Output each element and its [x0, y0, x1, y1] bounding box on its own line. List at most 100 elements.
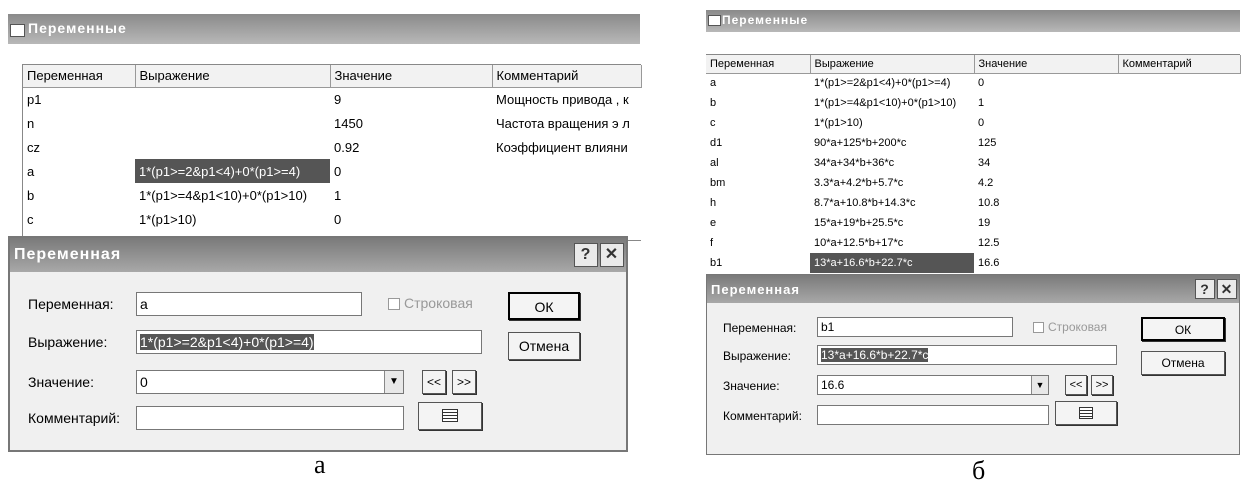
- ok-button[interactable]: ОК: [1141, 317, 1225, 341]
- cell-expression: [135, 87, 330, 111]
- cell-variable: al: [710, 157, 719, 169]
- cell-variable: h: [710, 197, 717, 209]
- cell-variable: c: [27, 211, 34, 227]
- ok-button[interactable]: ОК: [508, 292, 580, 320]
- cell-variable: b1: [710, 257, 723, 269]
- cell-expression: 13*a+16.6*b+22.7*c: [810, 253, 974, 273]
- table-row[interactable]: h 8.7*a+10.8*b+14.3*c 10.8: [706, 193, 1240, 213]
- caption-a: а: [314, 450, 326, 479]
- cell-comment: [492, 183, 641, 207]
- list-icon: [442, 409, 458, 422]
- string-checkbox[interactable]: [1033, 322, 1044, 333]
- table-row[interactable]: al 34*a+34*b+36*c 34: [706, 153, 1240, 173]
- cell-expression: 1*(p1>10): [139, 211, 197, 227]
- cell-value: 0: [978, 117, 985, 129]
- variable-dialog: Переменная ? ✕ Переменная: a Строковая О…: [8, 236, 628, 452]
- next-button[interactable]: >>: [452, 370, 476, 394]
- prev-button[interactable]: <<: [422, 370, 446, 394]
- variables-list[interactable]: Переменная Выражение Значение Комментари…: [22, 64, 642, 241]
- expression-selected-text: 13*a+16.6*b+22.7*c: [821, 348, 929, 362]
- close-button[interactable]: ✕: [600, 243, 624, 267]
- expression-input[interactable]: 1*(p1>=2&p1<4)+0*(p1>=4): [136, 330, 482, 354]
- cell-comment: [1118, 253, 1240, 273]
- column-header-value[interactable]: Значение: [974, 55, 1119, 74]
- variables-list[interactable]: Переменная Выражение Значение Комментари…: [706, 54, 1241, 285]
- expression-input[interactable]: 13*a+16.6*b+22.7*c: [817, 345, 1117, 365]
- cell-comment: [1118, 113, 1240, 133]
- dialog-title: Переменная: [14, 246, 122, 263]
- cell-expression: 10*a+12.5*b+17*c: [814, 237, 904, 249]
- table-row[interactable]: b 1*(p1>=4&p1<10)+0*(p1>10) 1: [23, 183, 641, 207]
- cell-comment: [1118, 173, 1240, 193]
- column-header-value[interactable]: Значение: [330, 65, 493, 88]
- table-row-selected[interactable]: a 1*(p1>=2&p1<4)+0*(p1>=4) 0: [23, 159, 641, 183]
- chevron-down-icon[interactable]: ▼: [384, 371, 403, 393]
- column-header-variable[interactable]: Переменная: [23, 65, 136, 88]
- close-button[interactable]: ✕: [1217, 279, 1237, 299]
- cell-variable: c: [710, 117, 716, 129]
- cell-expression: 90*a+125*b+200*c: [814, 137, 907, 149]
- cell-expression: 1*(p1>10): [814, 117, 863, 129]
- value-combobox[interactable]: 16.6 ▼: [817, 375, 1049, 395]
- cell-comment: Мощность привода , к: [496, 91, 629, 107]
- next-button[interactable]: >>: [1091, 375, 1113, 395]
- comment-editor-button[interactable]: [418, 402, 482, 430]
- prev-button[interactable]: <<: [1065, 375, 1087, 395]
- table-row[interactable]: n 1450 Частота вращения э л: [23, 111, 641, 135]
- table-row[interactable]: d1 90*a+125*b+200*c 125: [706, 133, 1240, 153]
- cell-variable: p1: [27, 91, 42, 107]
- column-header-expression[interactable]: Выражение: [135, 65, 331, 88]
- table-row-selected[interactable]: b1 13*a+16.6*b+22.7*c 16.6: [706, 253, 1240, 273]
- help-button[interactable]: ?: [1195, 279, 1215, 299]
- window-title: Переменные: [28, 20, 127, 36]
- dialog-titlebar: Переменная ? ✕: [707, 275, 1239, 303]
- cell-value: 1450: [334, 115, 363, 131]
- help-button[interactable]: ?: [574, 243, 598, 267]
- variable-name-input[interactable]: b1: [817, 317, 1013, 337]
- comment-input[interactable]: [817, 405, 1049, 425]
- table-row[interactable]: cz 0.92 Коэффициент влияни: [23, 135, 641, 159]
- cell-variable: d1: [710, 137, 723, 149]
- cancel-button[interactable]: Отмена: [508, 332, 580, 360]
- string-checkbox[interactable]: [388, 298, 400, 310]
- table-row[interactable]: bm 3.3*a+4.2*b+5.7*c 4.2: [706, 173, 1240, 193]
- panel-b: Переменные Переменная Выражение Значение…: [706, 10, 1241, 455]
- table-row[interactable]: e 15*a+19*b+25.5*c 19: [706, 213, 1240, 233]
- table-row[interactable]: c 1*(p1>10) 0: [23, 207, 641, 231]
- table-row[interactable]: a 1*(p1>=2&p1<4)+0*(p1>=4) 0: [706, 73, 1240, 93]
- table-row[interactable]: p1 9 Мощность привода , к: [23, 87, 641, 111]
- cell-value: 10.8: [978, 197, 1000, 209]
- cancel-button[interactable]: Отмена: [1141, 351, 1225, 375]
- cell-comment: Частота вращения э л: [496, 115, 630, 131]
- column-header-comment[interactable]: Комментарий: [492, 65, 642, 88]
- comment-input[interactable]: [136, 406, 404, 430]
- panel-a: Переменные Переменная Выражение Значение…: [8, 14, 642, 452]
- column-header-variable[interactable]: Переменная: [706, 55, 811, 74]
- chevron-down-icon[interactable]: ▼: [1031, 376, 1048, 394]
- string-checkbox-label: Строковая: [1048, 320, 1107, 334]
- cell-comment: [1118, 133, 1240, 153]
- expression-label: Выражение:: [723, 349, 792, 363]
- cell-value: 12.5: [978, 237, 1000, 249]
- cell-variable: b: [710, 97, 717, 109]
- window-icon: [708, 15, 721, 26]
- cell-expression: 1*(p1>=2&p1<4)+0*(p1>=4): [135, 159, 330, 183]
- variable-label: Переменная:: [723, 321, 797, 335]
- cell-expression: 15*a+19*b+25.5*c: [814, 217, 904, 229]
- variable-name-input[interactable]: a: [136, 292, 362, 316]
- cell-variable: f: [710, 237, 714, 249]
- column-header-expression[interactable]: Выражение: [810, 55, 975, 74]
- value-combobox[interactable]: 0 ▼: [136, 370, 404, 394]
- comment-editor-button[interactable]: [1055, 401, 1117, 425]
- cell-value: 0: [334, 163, 342, 179]
- table-row[interactable]: c 1*(p1>10) 0: [706, 113, 1240, 133]
- cell-variable: n: [27, 115, 35, 131]
- variables-table: Переменная Выражение Значение Комментари…: [706, 55, 1241, 273]
- cell-value: 125: [978, 137, 997, 149]
- window-title: Переменные: [722, 13, 809, 27]
- comment-label: Комментарий:: [723, 409, 802, 423]
- table-row[interactable]: b 1*(p1>=4&p1<10)+0*(p1>10) 1: [706, 93, 1240, 113]
- column-header-comment[interactable]: Комментарий: [1118, 55, 1241, 74]
- table-row[interactable]: f 10*a+12.5*b+17*c 12.5: [706, 233, 1240, 253]
- caption-b: б: [972, 456, 986, 485]
